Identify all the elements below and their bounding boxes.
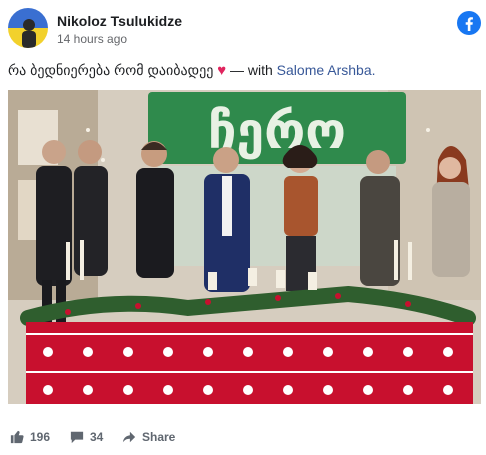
- share-icon: [122, 431, 136, 443]
- like-button[interactable]: 196: [10, 430, 50, 444]
- facebook-post-card: Nikoloz Tsulukidze 14 hours ago რა ბედნი…: [0, 0, 486, 455]
- comment-icon: [70, 431, 84, 444]
- comment-count: 34: [90, 430, 104, 444]
- post-text: რა ბედნიერება რომ დაიბადეე ♥ — with Salo…: [8, 62, 376, 79]
- heart-emoji-icon: ♥: [217, 62, 227, 79]
- with-prefix: — with: [229, 62, 273, 78]
- post-photo[interactable]: ჩერო: [8, 90, 481, 404]
- tagged-person-link[interactable]: Salome Arshba.: [277, 62, 376, 78]
- like-count: 196: [30, 430, 51, 444]
- like-icon: [10, 430, 24, 444]
- avatar-figure-icon: [22, 19, 36, 48]
- post-footer: 196 34 Share: [0, 424, 486, 454]
- post-message: რა ბედნიერება რომ დაიბადეე: [8, 62, 214, 78]
- author-name[interactable]: Nikoloz Tsulukidze: [57, 13, 182, 29]
- post-timestamp[interactable]: 14 hours ago: [57, 32, 127, 46]
- share-button[interactable]: Share: [122, 430, 175, 444]
- studio-scene-image: ჩერო: [8, 90, 481, 404]
- comment-button[interactable]: 34: [70, 430, 103, 444]
- share-label: Share: [142, 430, 176, 444]
- facebook-logo-icon[interactable]: [457, 11, 481, 35]
- author-avatar[interactable]: [8, 8, 48, 48]
